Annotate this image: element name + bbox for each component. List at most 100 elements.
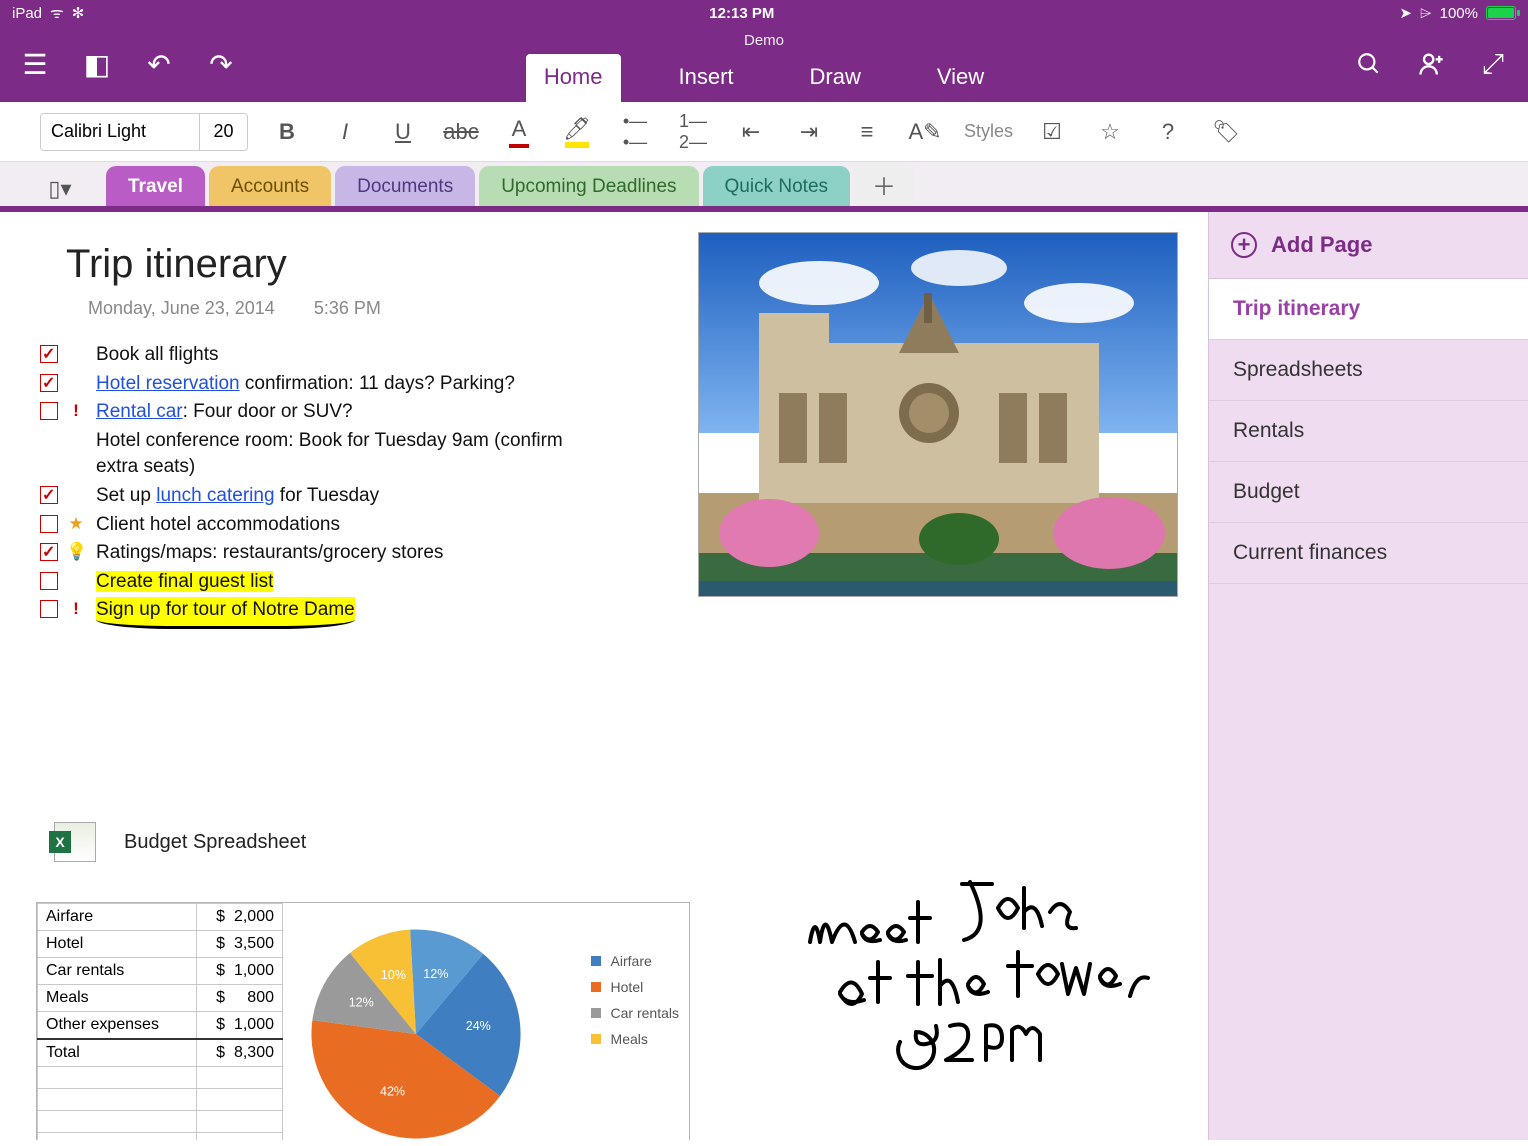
outdent-button[interactable]: ⇤ — [732, 113, 770, 151]
todo-list[interactable]: Book all flightsHotel reservation confir… — [40, 342, 600, 631]
section-tab-quick-notes[interactable]: Quick Notes — [703, 166, 850, 206]
star-tag-button[interactable]: ☆ — [1091, 113, 1129, 151]
align-button[interactable]: ≡ — [848, 113, 886, 151]
font-picker[interactable] — [40, 113, 248, 151]
plus-circle-icon: + — [1231, 232, 1257, 258]
todo-text[interactable]: Create final guest list — [96, 569, 600, 596]
page-item[interactable]: Trip itinerary — [1209, 279, 1528, 340]
todo-row[interactable]: ★ Client hotel accommodations — [40, 512, 600, 539]
tag-button[interactable]: 🏷 — [1207, 113, 1245, 151]
legend-item: Airfare — [591, 953, 679, 969]
todo-checkbox[interactable] — [40, 600, 58, 618]
indent-button[interactable]: ⇥ — [790, 113, 828, 151]
svg-text:12%: 12% — [349, 996, 374, 1010]
highlight-button[interactable]: 🖊 — [558, 113, 596, 151]
bold-button[interactable]: B — [268, 113, 306, 151]
ribbon-tab-draw[interactable]: Draw — [792, 54, 879, 102]
todo-text[interactable]: Hotel conference room: Book for Tuesday … — [96, 428, 600, 481]
svg-text:12%: 12% — [423, 967, 448, 981]
ribbon-tab-home[interactable]: Home — [526, 54, 621, 102]
todo-text[interactable]: Book all flights — [96, 342, 600, 369]
home-ribbon: B I U abc A 🖊 •—•— 1—2— ⇤ ⇥ ≡ A✎ Styles … — [0, 102, 1528, 162]
todo-checkbox[interactable] — [40, 374, 58, 392]
todo-checkbox[interactable] — [40, 543, 58, 561]
underline-button[interactable]: U — [384, 113, 422, 151]
todo-checkbox[interactable] — [40, 572, 58, 590]
page-list-panel: + Add Page Trip itinerarySpreadsheetsRen… — [1208, 212, 1528, 1140]
notebook-name: Demo — [0, 32, 1528, 49]
todo-checkbox[interactable] — [40, 345, 58, 363]
add-section-button[interactable]: ＋ — [854, 163, 914, 206]
file-attachment[interactable]: Budget Spreadsheet — [54, 822, 306, 862]
ribbon-tab-view[interactable]: View — [919, 54, 1002, 102]
todo-text[interactable]: Rental car: Four door or SUV? — [96, 399, 600, 426]
bluetooth-icon: ⌲ — [1420, 5, 1432, 22]
bullets-button[interactable]: •—•— — [616, 113, 654, 151]
battery-icon — [1486, 6, 1516, 20]
todo-row[interactable]: Hotel reservation confirmation: 11 days?… — [40, 371, 600, 398]
todo-row[interactable]: Create final guest list — [40, 569, 600, 596]
todo-text[interactable]: Ratings/maps: restaurants/grocery stores — [96, 540, 600, 567]
todo-tag-icon: ★ — [66, 512, 86, 536]
question-tag-button[interactable]: ? — [1149, 113, 1187, 151]
section-tabs-row: ▯▾ TravelAccountsDocumentsUpcoming Deadl… — [0, 162, 1528, 212]
notebook-icon[interactable]: ▯▾ — [30, 172, 90, 206]
status-time: 12:13 PM — [709, 5, 774, 22]
ios-status-bar: iPad ᯤ ✻ 12:13 PM ➤ ⌲ 100% — [0, 0, 1528, 26]
todo-checkbox[interactable] — [40, 486, 58, 504]
font-color-button[interactable]: A — [500, 113, 538, 151]
section-tab-travel[interactable]: Travel — [106, 166, 205, 206]
note-canvas[interactable]: Trip itinerary Monday, June 23, 2014 5:3… — [0, 212, 1208, 1140]
page-title[interactable]: Trip itinerary — [66, 242, 287, 287]
svg-text:10%: 10% — [381, 968, 406, 982]
todo-checkbox[interactable] — [40, 515, 58, 533]
svg-text:24%: 24% — [466, 1019, 491, 1033]
todo-row[interactable]: Hotel conference room: Book for Tuesday … — [40, 428, 600, 481]
ribbon-tab-insert[interactable]: Insert — [661, 54, 752, 102]
page-item[interactable]: Budget — [1209, 462, 1528, 523]
activity-icon: ✻ — [72, 4, 85, 22]
legend-item: Car rentals — [591, 1005, 679, 1021]
todo-row[interactable]: ! Sign up for tour of Notre Dame — [40, 597, 600, 629]
italic-button[interactable]: I — [326, 113, 364, 151]
budget-pie-chart: 24%42%12%10%12% AirfareHotelCar rentalsM… — [283, 903, 689, 1140]
page-time: 5:36 PM — [314, 298, 381, 318]
todo-text[interactable]: Hotel reservation confirmation: 11 days?… — [96, 371, 600, 398]
page-item[interactable]: Current finances — [1209, 523, 1528, 584]
section-tab-accounts[interactable]: Accounts — [209, 166, 331, 206]
styles-label: Styles — [964, 121, 1013, 142]
section-tab-upcoming-deadlines[interactable]: Upcoming Deadlines — [479, 166, 698, 206]
font-size-input[interactable] — [200, 113, 248, 151]
legend-item: Meals — [591, 1031, 679, 1047]
todo-tag-button[interactable]: ☑ — [1033, 113, 1071, 151]
strike-button[interactable]: abc — [442, 113, 480, 151]
page-date: Monday, June 23, 2014 — [88, 298, 275, 318]
todo-row[interactable]: !Rental car: Four door or SUV? — [40, 399, 600, 426]
battery-pct: 100% — [1440, 5, 1478, 22]
todo-checkbox[interactable] — [40, 402, 58, 420]
device-label: iPad — [12, 5, 42, 22]
font-name-input[interactable] — [40, 113, 200, 151]
embedded-photo[interactable] — [698, 232, 1178, 597]
todo-row[interactable]: 💡 Ratings/maps: restaurants/grocery store… — [40, 540, 600, 567]
budget-table: Airfare$ 2,000Hotel$ 3,500Car rentals$ 1… — [37, 903, 283, 1140]
todo-text[interactable]: Client hotel accommodations — [96, 512, 600, 539]
numbering-button[interactable]: 1—2— — [674, 113, 712, 151]
todo-text[interactable]: Sign up for tour of Notre Dame — [96, 597, 600, 629]
todo-row[interactable]: Book all flights — [40, 342, 600, 369]
add-page-label: Add Page — [1271, 232, 1372, 258]
svg-text:42%: 42% — [380, 1084, 405, 1098]
embedded-spreadsheet[interactable]: Airfare$ 2,000Hotel$ 3,500Car rentals$ 1… — [36, 902, 690, 1140]
workspace: Trip itinerary Monday, June 23, 2014 5:3… — [0, 212, 1528, 1140]
page-item[interactable]: Spreadsheets — [1209, 340, 1528, 401]
section-tab-documents[interactable]: Documents — [335, 166, 475, 206]
ink-handwriting[interactable] — [800, 852, 1180, 1072]
attachment-label: Budget Spreadsheet — [124, 831, 306, 854]
todo-tag-icon: 💡 — [66, 540, 86, 564]
todo-text[interactable]: Set up lunch catering for Tuesday — [96, 483, 600, 510]
todo-tag-icon: ! — [66, 597, 86, 621]
todo-row[interactable]: Set up lunch catering for Tuesday — [40, 483, 600, 510]
add-page-button[interactable]: + Add Page — [1209, 212, 1528, 279]
styles-icon[interactable]: A✎ — [906, 113, 944, 151]
page-item[interactable]: Rentals — [1209, 401, 1528, 462]
